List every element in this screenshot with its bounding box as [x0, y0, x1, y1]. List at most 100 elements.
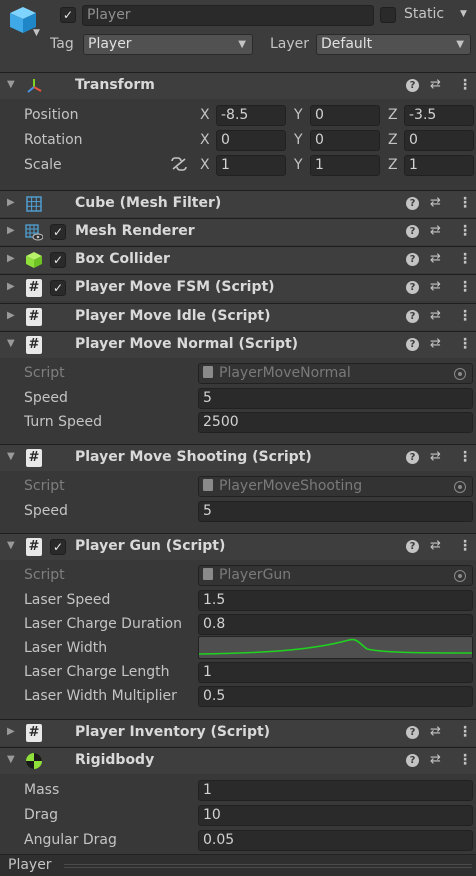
fold-closed-icon[interactable]: ▶ — [7, 225, 15, 236]
rotation-z-input[interactable]: 0 — [404, 130, 474, 151]
player-inventory-header[interactable]: ▶ # Player Inventory (Script) ? ⇄ ⋮ — [0, 719, 476, 746]
object-name-input[interactable]: Player — [82, 5, 374, 26]
rigidbody-header[interactable]: ▼ Rigidbody ? ⇄ ⋮ — [0, 747, 476, 774]
object-picker-icon[interactable] — [454, 368, 466, 380]
laser-charge-duration-input[interactable]: 0.8 — [198, 614, 473, 635]
scale-y-input[interactable]: 1 — [310, 155, 380, 176]
laser-charge-length-input[interactable]: 1 — [198, 662, 473, 683]
active-checkbox[interactable]: ✓ — [60, 7, 76, 23]
scale-z-input[interactable]: 1 — [404, 155, 474, 176]
mesh-filter-header[interactable]: ▶ Cube (Mesh Filter) ? ⇄ ⋮ — [0, 190, 476, 217]
mass-input[interactable]: 1 — [198, 780, 473, 801]
static-dropdown-arrow-icon[interactable]: ▼ — [460, 9, 467, 19]
presets-icon[interactable]: ⇄ — [430, 195, 441, 210]
player-gun-enabled-checkbox[interactable]: ✓ — [50, 539, 66, 555]
box-collider-enabled-checkbox[interactable]: ✓ — [50, 252, 66, 268]
rotation-y-input[interactable]: 0 — [310, 130, 380, 151]
tag-label: Tag — [50, 36, 74, 52]
player-move-normal-header[interactable]: ▼ # Player Move Normal (Script) ? ⇄ ⋮ — [0, 331, 476, 358]
fold-open-icon[interactable]: ▼ — [7, 79, 15, 90]
kebab-menu-icon[interactable]: ⋮ — [458, 724, 472, 740]
help-icon[interactable]: ? — [406, 310, 419, 323]
position-x-input[interactable]: -8.5 — [216, 105, 286, 126]
help-icon[interactable]: ? — [406, 726, 419, 739]
mesh-renderer-header[interactable]: ▶ ✓ Mesh Renderer ? ⇄ ⋮ — [0, 218, 476, 245]
fold-open-icon[interactable]: ▼ — [7, 540, 15, 551]
help-icon[interactable]: ? — [406, 338, 419, 351]
kebab-menu-icon[interactable]: ⋮ — [458, 538, 472, 554]
speed-input[interactable]: 5 — [198, 388, 473, 409]
kebab-menu-icon[interactable]: ⋮ — [458, 279, 472, 295]
presets-icon[interactable]: ⇄ — [430, 251, 441, 266]
kebab-menu-icon[interactable]: ⋮ — [458, 752, 472, 768]
script-label: Script — [24, 365, 65, 381]
kebab-menu-icon[interactable]: ⋮ — [458, 77, 472, 93]
presets-icon[interactable]: ⇄ — [430, 223, 441, 238]
presets-icon[interactable]: ⇄ — [430, 449, 441, 464]
player-gun-header[interactable]: ▼ # ✓ Player Gun (Script) ? ⇄ ⋮ — [0, 533, 476, 560]
scale-x-input[interactable]: 1 — [216, 155, 286, 176]
transform-header[interactable]: ▼ Transform ? ⇄ ⋮ — [0, 72, 476, 99]
player-move-shooting-header[interactable]: ▼ # Player Move Shooting (Script) ? ⇄ ⋮ — [0, 444, 476, 471]
fsm-enabled-checkbox[interactable]: ✓ — [50, 280, 66, 296]
box-collider-header[interactable]: ▶ ✓ Box Collider ? ⇄ ⋮ — [0, 246, 476, 273]
position-label: Position — [24, 107, 79, 123]
rotation-x-input[interactable]: 0 — [216, 130, 286, 151]
fold-closed-icon[interactable]: ▶ — [7, 310, 15, 321]
presets-icon[interactable]: ⇄ — [430, 538, 441, 553]
kebab-menu-icon[interactable]: ⋮ — [458, 308, 472, 324]
icon-dropdown-arrow-icon[interactable]: ▼ — [33, 28, 40, 38]
help-icon[interactable]: ? — [406, 754, 419, 767]
fold-closed-icon[interactable]: ▶ — [7, 281, 15, 292]
presets-icon[interactable]: ⇄ — [430, 308, 441, 323]
turn-speed-input[interactable]: 2500 — [198, 412, 473, 433]
help-icon[interactable]: ? — [406, 281, 419, 294]
script-reference-field[interactable]: PlayerMoveShooting — [198, 476, 473, 497]
layer-dropdown[interactable]: Default ▼ — [316, 34, 471, 55]
speed-input[interactable]: 5 — [198, 501, 473, 522]
help-icon[interactable]: ? — [406, 79, 419, 92]
fold-closed-icon[interactable]: ▶ — [7, 253, 15, 264]
kebab-menu-icon[interactable]: ⋮ — [458, 336, 472, 352]
resize-grip[interactable] — [64, 867, 472, 868]
presets-icon[interactable]: ⇄ — [430, 77, 441, 92]
fold-open-icon[interactable]: ▼ — [7, 451, 15, 462]
player-move-idle-header[interactable]: ▶ # Player Move Idle (Script) ? ⇄ ⋮ — [0, 303, 476, 330]
laser-width-multiplier-input[interactable]: 0.5 — [198, 686, 473, 707]
tag-dropdown[interactable]: Player ▼ — [83, 34, 253, 55]
layer-value: Default — [321, 36, 373, 52]
script-reference-field[interactable]: PlayerMoveNormal — [198, 363, 473, 384]
mesh-renderer-enabled-checkbox[interactable]: ✓ — [50, 224, 66, 240]
laser-speed-input[interactable]: 1.5 — [198, 590, 473, 611]
drag-input[interactable]: 10 — [198, 805, 473, 826]
help-icon[interactable]: ? — [406, 253, 419, 266]
kebab-menu-icon[interactable]: ⋮ — [458, 449, 472, 465]
fold-closed-icon[interactable]: ▶ — [7, 197, 15, 208]
position-y-input[interactable]: 0 — [310, 105, 380, 126]
laser-width-curve-field[interactable] — [198, 636, 473, 659]
script-reference-field[interactable]: PlayerGun — [198, 565, 473, 586]
resize-grip[interactable] — [64, 864, 472, 865]
static-checkbox[interactable] — [380, 7, 396, 23]
kebab-menu-icon[interactable]: ⋮ — [458, 195, 472, 211]
object-picker-icon[interactable] — [454, 481, 466, 493]
help-icon[interactable]: ? — [406, 451, 419, 464]
player-move-fsm-header[interactable]: ▶ # ✓ Player Move FSM (Script) ? ⇄ ⋮ — [0, 274, 476, 301]
unlink-scale-icon[interactable] — [170, 157, 188, 171]
presets-icon[interactable]: ⇄ — [430, 336, 441, 351]
presets-icon[interactable]: ⇄ — [430, 724, 441, 739]
object-picker-icon[interactable] — [454, 570, 466, 582]
position-z-input[interactable]: -3.5 — [404, 105, 474, 126]
help-icon[interactable]: ? — [406, 540, 419, 553]
help-icon[interactable]: ? — [406, 225, 419, 238]
kebab-menu-icon[interactable]: ⋮ — [458, 251, 472, 267]
preview-bar[interactable]: Player — [0, 854, 476, 876]
kebab-menu-icon[interactable]: ⋮ — [458, 223, 472, 239]
presets-icon[interactable]: ⇄ — [430, 752, 441, 767]
help-icon[interactable]: ? — [406, 197, 419, 210]
angular-drag-input[interactable]: 0.05 — [198, 830, 473, 851]
fold-open-icon[interactable]: ▼ — [7, 754, 15, 765]
fold-closed-icon[interactable]: ▶ — [7, 726, 15, 737]
presets-icon[interactable]: ⇄ — [430, 279, 441, 294]
fold-open-icon[interactable]: ▼ — [7, 338, 15, 349]
